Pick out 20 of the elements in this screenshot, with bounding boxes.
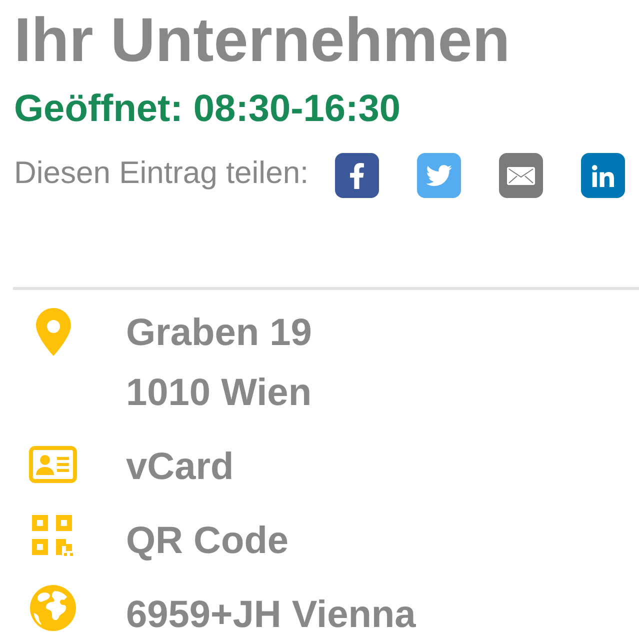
linkedin-icon xyxy=(592,164,614,186)
linkedin-share-button[interactable] xyxy=(581,153,625,198)
envelope-icon xyxy=(507,166,535,184)
email-share-button[interactable] xyxy=(499,153,543,198)
share-label: Diesen Eintrag teilen: xyxy=(14,157,309,188)
company-title: Ihr Unternehmen xyxy=(14,10,510,72)
plus-code-text: 6959+JH Vienna xyxy=(126,593,416,637)
twitter-icon xyxy=(426,165,452,186)
vcard-link[interactable]: vCard xyxy=(126,445,234,489)
address-line: 1010 Wien xyxy=(126,371,312,415)
twitter-share-button[interactable] xyxy=(417,153,461,198)
facebook-share-button[interactable] xyxy=(335,153,379,198)
facebook-icon xyxy=(350,162,364,188)
map-pin-icon xyxy=(36,308,70,356)
qr-code-icon xyxy=(32,515,74,557)
qr-code-link[interactable]: QR Code xyxy=(126,519,289,563)
globe-icon xyxy=(30,585,76,631)
address-line: Graben 19 xyxy=(126,311,312,355)
opening-hours: Geöffnet: 08:30-16:30 xyxy=(14,90,400,128)
contact-card-icon xyxy=(29,446,77,483)
